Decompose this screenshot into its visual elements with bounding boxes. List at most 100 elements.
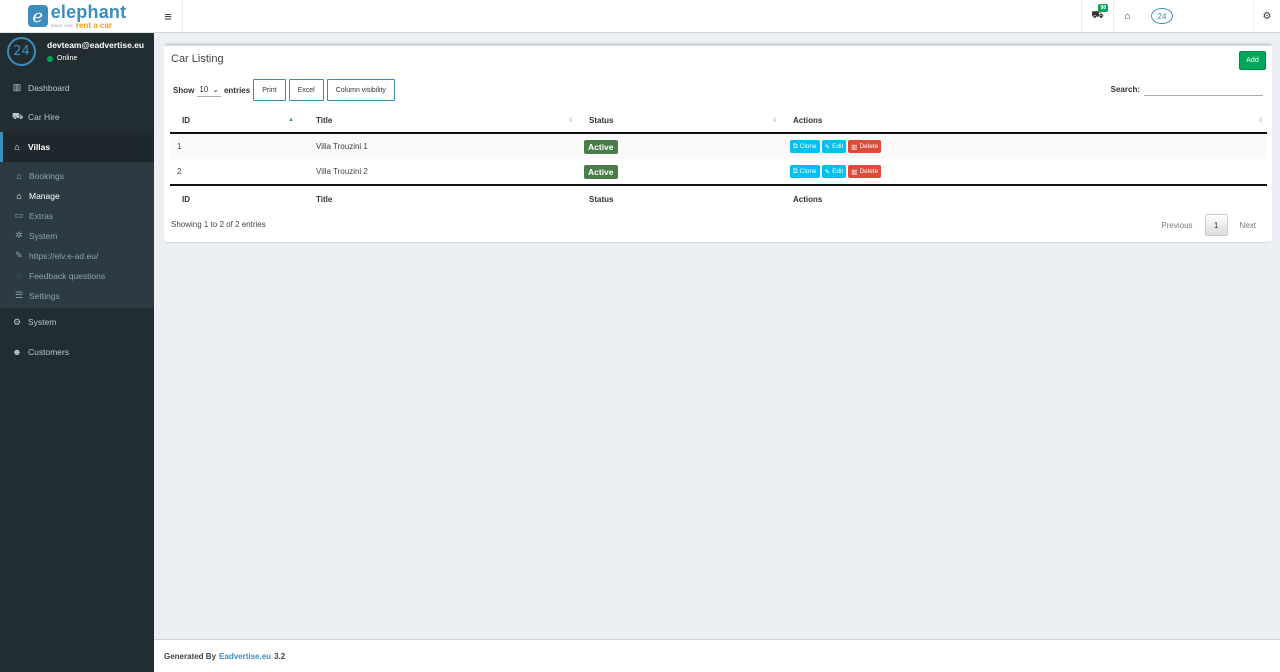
sidebar-subitem-bookings[interactable]: ⌂ Bookings [0,166,154,186]
sidebar-item-customers[interactable]: ☻ Customers [0,337,154,367]
table-controls: Show 10 ⌄ entries Print Excel Column vis… [173,79,395,101]
table-row: 1 Villa Trouzini 1 Active ⧉ Clone ✎ Edit ▥… [170,133,1267,159]
sidebar-item-label: Customers [28,346,70,357]
pencil-icon: ✎ [824,143,831,151]
column-header-actions[interactable]: Actions ⇕ [781,108,1267,134]
home-icon: ⌂ [16,190,22,201]
sidebar-subitem-extras[interactable]: ▭ Extras [0,206,154,226]
column-header-status[interactable]: Status ⇕ [577,108,781,134]
gears-icon: ⚙ [1262,10,1272,22]
footer-header-actions: Actions [781,184,1267,212]
top-navbar: ≡ ⛟ 98 ⌂ 24 ⚙ [154,0,1280,33]
sidebar-item-label: Dashboard [28,82,70,93]
show-label: Show [173,85,195,95]
sidebar-item-label: Car Hire [28,112,60,123]
clone-button[interactable]: ⧉ Clone [790,165,820,178]
sidebar-subitem-site-link[interactable]: ✎ https://elv.e-ad.eu/ [0,246,154,266]
gear-icon: ✲ [15,230,23,240]
user-panel: 24 devteam@eadvertise.eu Online [0,33,154,73]
gears-icon: ⚙ [12,316,22,327]
excel-button[interactable]: Excel [288,79,324,101]
cell-status: Active [577,159,781,185]
cell-title: Villa Trouzini 1 [316,142,368,151]
notification-badge: 98 [1098,4,1108,12]
wrench-icon: ✎ [15,250,23,260]
cell-title: Villa Trouzini 2 [316,167,368,176]
user-status-label: Online [57,55,78,62]
previous-page-button[interactable]: Previous [1153,214,1200,236]
sort-icon: ⇕ [771,118,777,124]
sidebar-item-car-hire[interactable]: ⛟ Car Hire [0,103,154,133]
sidebar-subitem-manage[interactable]: ⌂ Manage [0,186,154,206]
bar-chart-icon: ▥ [12,82,22,93]
clone-button[interactable]: ⧉ Clone [790,140,820,153]
delete-button[interactable]: ▥ Delete [848,140,882,153]
brand-24-icon: 24 [1151,8,1173,24]
sidebar-subitem-feedback[interactable]: ◌ Feedback questions [0,266,154,286]
status-dot-icon [47,55,53,62]
sidebar-subitem-label: Extras [29,210,54,221]
sidebar-subitem-label: Feedback questions [29,270,106,281]
trash-icon: ▥ [851,168,858,176]
column-header-title[interactable]: Title ⇕ [298,108,577,134]
avatar: 24 [7,37,36,66]
sidebar-item-label: System [28,317,57,328]
edit-button[interactable]: ✎ Edit [821,165,847,178]
sidebar-item-label: Villas [28,141,51,152]
cell-actions: ⧉ Clone ✎ Edit ▥ Delete [781,133,1267,159]
villas-submenu: ⌂ Bookings ⌂ Manage ▭ Extras ✲ System ✎ … [0,161,154,308]
column-header-id[interactable]: ID ▲ [170,108,298,134]
entries-value: 10 [199,85,209,94]
logo-mark: e [27,5,48,27]
footer-link[interactable]: Eadvertise.eu [219,652,271,661]
copy-icon: ⧉ [793,167,798,175]
sidebar-subitem-system[interactable]: ✲ System [0,226,154,246]
listing-table: ID ▲ Title ⇕ Status ⇕ Actions ⇕ 1 Villa Trou… [170,108,1267,212]
sidebar-subitem-settings[interactable]: ☰ Settings [0,286,154,306]
sidebar-item-villas[interactable]: ⌂ Villas [0,132,154,162]
users-icon: ☻ [12,346,22,357]
logo-tagline: rent a car [75,20,112,30]
page-footer: Generated By Eadvertise.eu 3.2 [154,639,1280,672]
search-area: Search: [1111,82,1263,96]
sort-asc-icon: ▲ [288,117,294,123]
sidebar-subitem-label: System [29,230,58,241]
add-button[interactable]: Add [1239,51,1266,70]
home-icon: ⌂ [1124,10,1131,22]
sidebar-menu: ▥ Dashboard ⛟ Car Hire ⌂ Villas ⌂ Bookin… [0,73,154,367]
user-email: devteam@eadvertise.eu [47,40,145,50]
search-input[interactable] [1144,82,1263,96]
table-info: Showing 1 to 2 of 2 entries [171,220,266,229]
entries-select[interactable]: 10 ⌄ [197,84,221,97]
edit-button[interactable]: ✎ Edit [821,140,847,153]
pencil-icon: ✎ [824,168,831,176]
sidebar-item-dashboard[interactable]: ▥ Dashboard [0,73,154,103]
car-notifications-button[interactable]: ⛟ 98 [1081,0,1113,32]
car-listing-box: Car Listing Add Show 10 ⌄ entries Print … [164,43,1272,242]
sidebar-subitem-label: https://elv.e-ad.eu/ [29,250,99,261]
brand-logo[interactable]: e elephant SINCE 1982 rent a car [0,0,154,33]
column-visibility-button[interactable]: Column visibility [326,79,395,101]
user-menu-button[interactable]: 24 [1141,0,1253,32]
status-badge: Active [584,139,618,154]
cell-id: 2 [177,167,182,176]
sidebar-subitem-label: Manage [29,190,60,201]
print-button[interactable]: Print [253,79,286,101]
sidebar-toggle-icon[interactable]: ≡ [154,0,183,32]
keyboard-icon: ▭ [14,210,24,220]
search-label: Search: [1110,84,1140,94]
sidebar: e elephant SINCE 1982 rent a car 24 devt… [0,0,154,672]
logo-since: SINCE 1982 [50,22,73,28]
next-page-button[interactable]: Next [1232,214,1264,236]
pagination: Previous 1 Next [1153,214,1264,236]
home-button[interactable]: ⌂ [1113,0,1141,32]
footer-header-title: Title [298,184,577,212]
logo-name: elephant [50,1,127,22]
sidebar-item-system[interactable]: ⚙ System [0,308,154,338]
delete-button[interactable]: ▥ Delete [848,165,882,178]
comment-icon: ◌ [16,270,22,281]
page-title: Car Listing [171,53,224,65]
control-sidebar-button[interactable]: ⚙ [1253,0,1280,32]
page-1-button[interactable]: 1 [1204,214,1228,236]
sidebar-subitem-label: Bookings [29,170,64,181]
